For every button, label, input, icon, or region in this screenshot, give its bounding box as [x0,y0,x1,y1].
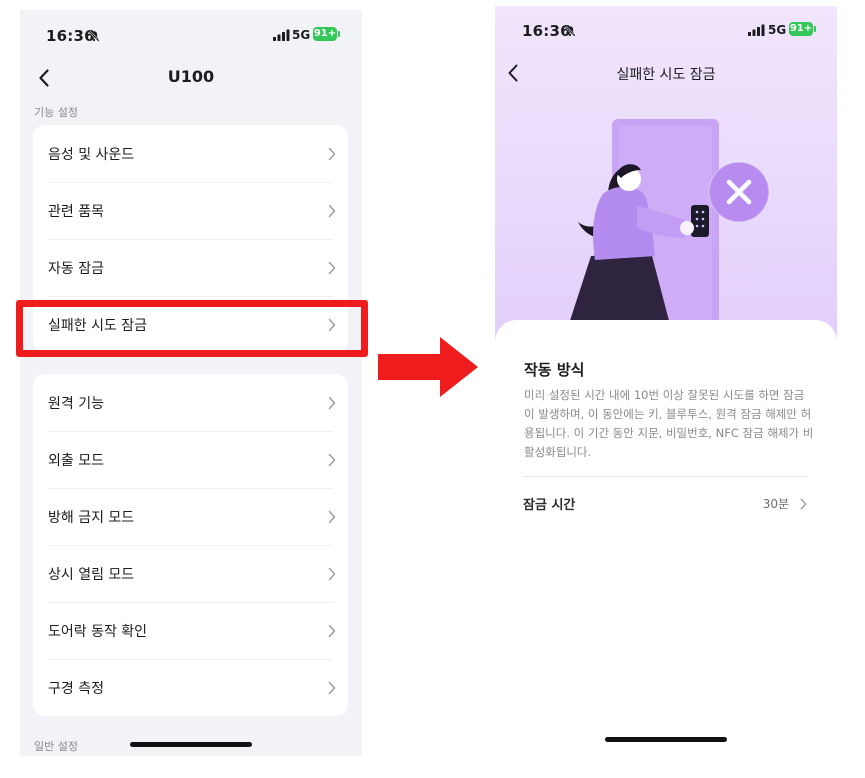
lock-time-label: 잠금 시간 [523,498,576,513]
right-phone-screen: 16:36 5G 91+ 실패한 시도 잠금 작동 방식 미리 설정된 시간 내… [495,6,837,748]
lock-time-row[interactable]: 잠금 시간 30분 [523,486,813,522]
chevron-right-icon [328,681,336,694]
page-title: 실패한 시도 잠금 [616,67,716,83]
right-arrow-icon [378,337,478,397]
sheet-title: 작동 방식 [524,361,585,379]
bell-slash-icon [88,30,100,42]
home-indicator [130,742,252,747]
door-person-illustration [565,119,770,336]
settings-card-2: 원격 기능 외출 모드 방해 금지 모드 상시 열림 모드 도어락 동작 확인 … [33,374,348,716]
signal-icon [273,29,290,41]
home-indicator [605,737,727,742]
menu-item-label: 원격 기능 [48,395,104,412]
status-bar: 16:36 5G 91+ [20,10,362,60]
menu-item-label: 상시 열림 모드 [48,566,135,583]
menu-item-label: 도어락 동작 확인 [48,623,148,640]
network-label: 5G [292,28,311,42]
divider [523,476,808,477]
menu-item-remote-function[interactable]: 원격 기능 [33,374,348,431]
chevron-right-icon [328,261,336,274]
menu-item-label: 자동 잠금 [48,260,104,277]
chevron-right-icon [328,147,336,160]
menu-item-label: 관련 품목 [48,203,104,220]
sheet-description: 미리 설정된 시간 내에 10번 이상 잘못된 시도를 하면 잠금이 발생하며,… [524,388,814,459]
status-bar: 16:36 5G 91+ [495,6,837,56]
menu-item-doorlock-check[interactable]: 도어락 동작 확인 [33,602,348,659]
lock-time-value: 30분 [762,497,789,511]
section-label-feature-settings: 기능 설정 [34,106,78,119]
section-label-general-settings: 일반 설정 [34,740,78,753]
battery-icon: 91+ [313,27,340,41]
info-sheet: 작동 방식 미리 설정된 시간 내에 10번 이상 잘못된 시도를 하면 잠금이… [495,320,837,748]
chevron-right-icon [328,510,336,523]
page-title: U100 [167,67,215,86]
menu-item-auto-lock[interactable]: 자동 잠금 [33,239,348,296]
menu-item-bore-measure[interactable]: 구경 측정 [33,659,348,716]
chevron-right-icon [328,204,336,217]
menu-item-do-not-disturb[interactable]: 방해 금지 모드 [33,488,348,545]
chevron-right-icon [328,567,336,580]
menu-item-label: 구경 측정 [48,680,104,697]
battery-icon: 91+ [789,22,816,36]
bell-slash-icon [564,25,576,37]
chevron-right-icon [800,498,807,510]
hero-illustration [495,6,837,346]
chevron-right-icon [328,453,336,466]
menu-item-related-products[interactable]: 관련 품목 [33,182,348,239]
left-phone-screen: 16:36 5G 91+ U100 기능 설정 음성 및 사운드 관련 품목 자… [20,10,362,756]
highlight-box [16,300,368,357]
menu-item-voice-sound[interactable]: 음성 및 사운드 [33,125,348,182]
menu-item-label: 외출 모드 [48,452,104,469]
menu-item-always-open[interactable]: 상시 열림 모드 [33,545,348,602]
keypad-shape [691,205,709,237]
chevron-right-icon [328,624,336,637]
chevron-right-icon [328,396,336,409]
menu-item-label: 방해 금지 모드 [48,509,135,526]
menu-item-away-mode[interactable]: 외출 모드 [33,431,348,488]
signal-icon [748,24,765,36]
menu-item-label: 음성 및 사운드 [48,146,135,163]
network-label: 5G [768,23,787,37]
